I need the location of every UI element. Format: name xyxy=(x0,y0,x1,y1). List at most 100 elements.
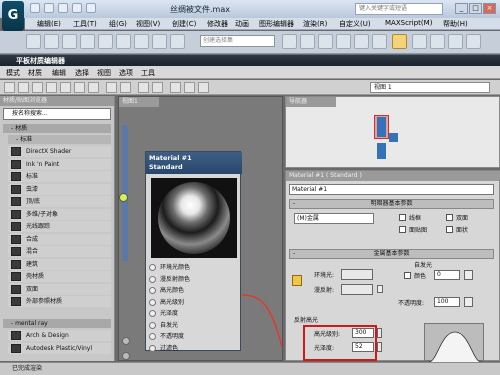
material-map-navigator-icon[interactable] xyxy=(170,82,181,93)
rollout-metal-basic[interactable]: - 金属基本参数 xyxy=(289,249,494,259)
slate-menu-edit[interactable]: 编辑 xyxy=(52,68,66,78)
select-by-material-icon[interactable] xyxy=(198,82,209,93)
new-file-icon[interactable] xyxy=(30,3,40,13)
material-list-item[interactable]: 标准 xyxy=(8,171,111,182)
ambient-color-swatch[interactable] xyxy=(341,269,373,280)
menu-views[interactable]: 视图(V) xyxy=(136,19,160,29)
maximize-button[interactable]: □ xyxy=(469,3,482,14)
slate-menu-options[interactable]: 选项 xyxy=(119,68,133,78)
specular-level-spinner[interactable] xyxy=(377,328,382,338)
glossiness-spinner[interactable] xyxy=(377,342,382,352)
menu-modifiers[interactable]: 修改器 xyxy=(207,19,228,29)
material-list-item[interactable]: DirectX Shader xyxy=(8,146,111,157)
rendered-frame-icon[interactable] xyxy=(430,34,445,49)
material-input-slot[interactable]: 过滤色 xyxy=(146,343,242,354)
slot-socket-icon[interactable] xyxy=(149,275,156,283)
material-list-item[interactable]: Ink 'n Paint xyxy=(8,158,111,170)
assign-to-selection-icon[interactable] xyxy=(46,82,57,93)
material-editor-icon[interactable] xyxy=(392,34,407,49)
material-input-slot[interactable]: 漫反射颜色 xyxy=(146,274,242,285)
select-rotate-icon[interactable] xyxy=(134,34,149,49)
lock-ambient-diffuse-icon[interactable] xyxy=(292,275,302,286)
mental-ray-list-item[interactable]: Autodesk Plastic/Vinyl xyxy=(8,342,111,354)
snap-toggle-icon[interactable] xyxy=(170,34,185,49)
menu-rendering[interactable]: 渲染(R) xyxy=(303,19,327,29)
minimize-button[interactable]: _ xyxy=(455,3,468,14)
delete-selected-icon[interactable] xyxy=(88,82,99,93)
select-object-icon[interactable] xyxy=(80,34,95,49)
help-search-input[interactable]: 键入关键字或短语 xyxy=(355,3,443,15)
material-input-slot[interactable]: 高光颜色 xyxy=(146,285,242,296)
pick-material-icon[interactable] xyxy=(18,82,29,93)
select-move-icon[interactable] xyxy=(116,34,131,49)
close-button[interactable]: × xyxy=(483,3,496,14)
view-select-dropdown[interactable]: 视图 1 xyxy=(370,82,490,93)
slate-menu-view[interactable]: 视图 xyxy=(97,68,111,78)
material-input-slot[interactable]: 自发光 xyxy=(146,320,242,331)
reset-map-icon[interactable] xyxy=(60,82,71,93)
shader-type-dropdown[interactable]: (M)金属 xyxy=(294,213,374,224)
group-mental-ray[interactable]: - mental ray xyxy=(3,319,111,328)
faceted-checkbox[interactable] xyxy=(446,226,453,233)
curve-editor-icon[interactable] xyxy=(354,34,369,49)
group-standard[interactable]: - 标准 xyxy=(8,135,111,144)
menu-edit[interactable]: 编辑(E) xyxy=(37,19,61,29)
slate-menu-material[interactable]: 材质 xyxy=(28,68,42,78)
material-list-item[interactable]: 多维/子对象 xyxy=(8,208,111,220)
diffuse-map-button[interactable] xyxy=(377,285,383,293)
undo-toolbar-icon[interactable] xyxy=(26,34,41,49)
menu-customize[interactable]: 自定义(U) xyxy=(339,19,371,29)
slot-socket-icon[interactable] xyxy=(149,298,156,306)
show-background-icon[interactable] xyxy=(120,82,131,93)
make-unique-icon[interactable] xyxy=(74,82,85,93)
rollout-shader-basic[interactable]: - 明暗器基本参数 xyxy=(289,199,494,209)
wire-checkbox[interactable] xyxy=(399,214,406,221)
node-output-socket[interactable] xyxy=(119,193,128,202)
slot-socket-icon[interactable] xyxy=(149,310,156,317)
menu-help[interactable]: 帮助(H) xyxy=(443,19,468,29)
render-production-icon[interactable] xyxy=(448,34,463,49)
material-list-item[interactable]: 顶/底 xyxy=(8,196,111,207)
material-input-slot[interactable]: 环境光颜色 xyxy=(146,262,242,273)
slot-socket-icon[interactable] xyxy=(149,321,156,329)
link-icon[interactable] xyxy=(44,34,59,49)
bind-space-warp-icon[interactable] xyxy=(62,34,77,49)
opacity-value-input[interactable]: 100 xyxy=(434,297,460,307)
menu-create[interactable]: 创建(C) xyxy=(172,19,196,29)
render-iterative-icon[interactable] xyxy=(466,34,481,49)
open-file-icon[interactable] xyxy=(44,3,54,13)
group-materials[interactable]: - 材质 xyxy=(3,124,111,133)
save-file-icon[interactable] xyxy=(58,3,68,13)
opacity-map-button[interactable] xyxy=(464,297,473,307)
material-node[interactable]: Material #1 Standard 环境光颜色 漫反射颜色 高光颜色 高光… xyxy=(145,151,242,354)
menu-tools[interactable]: 工具(T) xyxy=(73,19,97,29)
selection-set-dropdown[interactable]: 创建选择集 xyxy=(200,35,275,47)
menu-animation[interactable]: 动画 xyxy=(235,19,249,29)
slot-socket-icon[interactable] xyxy=(149,333,156,340)
slate-menu-mode[interactable]: 模式 xyxy=(6,68,20,78)
layout-children-icon[interactable] xyxy=(152,82,163,93)
material-list-item[interactable]: 双面 xyxy=(8,283,111,295)
undo-icon[interactable] xyxy=(72,3,82,13)
self-illum-map-button[interactable] xyxy=(464,270,473,280)
material-list-item[interactable]: 建筑 xyxy=(8,258,111,270)
slate-menu-utilities[interactable]: 工具 xyxy=(141,68,155,78)
material-list-item[interactable]: 合成 xyxy=(8,233,111,245)
menu-maxscript[interactable]: MAXScript(M) xyxy=(385,19,432,27)
view-scroll-handle[interactable] xyxy=(122,337,130,345)
navigator-panel[interactable]: 导航器 xyxy=(285,96,500,168)
slot-socket-icon[interactable] xyxy=(149,344,156,352)
app-menu-button[interactable]: G xyxy=(2,1,24,31)
self-illum-color-checkbox[interactable] xyxy=(404,272,411,279)
parameter-editor-icon[interactable] xyxy=(184,82,195,93)
diffuse-color-swatch[interactable] xyxy=(341,284,373,295)
slate-menu-select[interactable]: 选择 xyxy=(75,68,89,78)
material-input-slot[interactable]: 光泽度 xyxy=(146,308,242,319)
search-by-name-input[interactable]: 按名称搜索... xyxy=(3,108,111,120)
self-illum-value-input[interactable]: 0 xyxy=(434,270,460,280)
view-panel[interactable]: 视图1 Material #1 Standard 环境光颜色 漫反射颜色 高光颜… xyxy=(118,96,283,361)
menu-graph-editors[interactable]: 图形编辑器 xyxy=(259,19,294,29)
layer-manager-icon[interactable] xyxy=(318,34,333,49)
material-input-slot[interactable]: 高光级别 xyxy=(146,297,242,308)
material-input-slot[interactable]: 不透明度 xyxy=(146,331,242,342)
